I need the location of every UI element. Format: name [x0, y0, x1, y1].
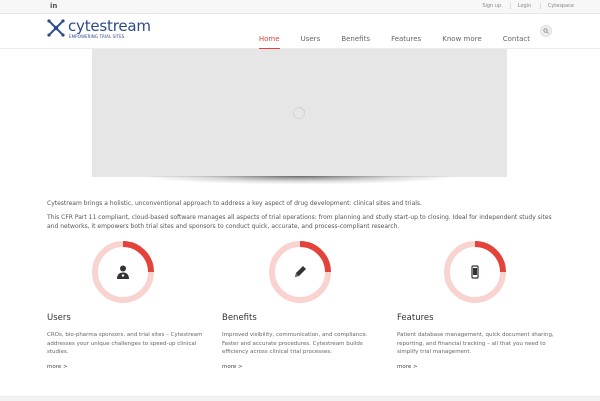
signup-link[interactable]: Sign up: [482, 3, 501, 9]
nav-users[interactable]: Users: [301, 35, 321, 48]
nav-features[interactable]: Features: [391, 35, 421, 48]
top-links: Sign up Login Cytespace: [482, 3, 574, 9]
login-link[interactable]: Login: [509, 3, 532, 9]
feature-description: Patient database management, quick docum…: [397, 332, 554, 355]
search-button[interactable]: [540, 25, 552, 37]
top-bar: in Sign up Login Cytespace: [0, 0, 600, 14]
loading-spinner-icon: [293, 107, 305, 119]
nav-know-more[interactable]: Know more: [442, 35, 481, 48]
logo-mark-icon: [47, 19, 65, 37]
more-link[interactable]: more >: [47, 364, 68, 370]
more-link[interactable]: more >: [397, 364, 418, 370]
intro-paragraph-2: This CFR Part 11 compliant, cloud-based …: [47, 214, 552, 230]
feature-title: Features: [397, 313, 434, 323]
feature-description: Improved visibility, communication, and …: [222, 332, 368, 355]
nav-benefits[interactable]: Benefits: [341, 35, 370, 48]
video-shadow: [150, 176, 450, 184]
logo[interactable]: cytestream EMPOWERING TRIAL SITES: [47, 17, 151, 44]
intro-text: Cytestream brings a holistic, unconventi…: [47, 199, 557, 236]
footer-edge: [0, 396, 600, 401]
brand-name: cytestream: [68, 17, 151, 35]
linkedin-icon[interactable]: in: [50, 2, 57, 10]
doctor-icon: [117, 265, 129, 279]
feature-title: Users: [47, 313, 71, 323]
nav-home[interactable]: Home: [258, 35, 280, 49]
main-nav: Home Users Benefits Features Know more C…: [243, 26, 530, 49]
mobile-icon: [471, 265, 479, 279]
video-player[interactable]: [92, 49, 507, 177]
brand-tagline: EMPOWERING TRIAL SITES: [69, 34, 125, 39]
site-header: cytestream EMPOWERING TRIAL SITES Home U…: [0, 14, 600, 49]
intro-paragraph-1: Cytestream brings a holistic, unconventi…: [47, 200, 422, 207]
pencil-icon: [295, 266, 306, 277]
nav-contact[interactable]: Contact: [503, 35, 530, 48]
feature-title: Benefits: [222, 313, 257, 323]
cytespace-link[interactable]: Cytespace: [539, 3, 574, 9]
feature-description: CROs, bio-pharma sponsors, and trial sit…: [47, 332, 203, 355]
more-link[interactable]: more >: [222, 364, 243, 370]
search-icon: [543, 28, 549, 34]
